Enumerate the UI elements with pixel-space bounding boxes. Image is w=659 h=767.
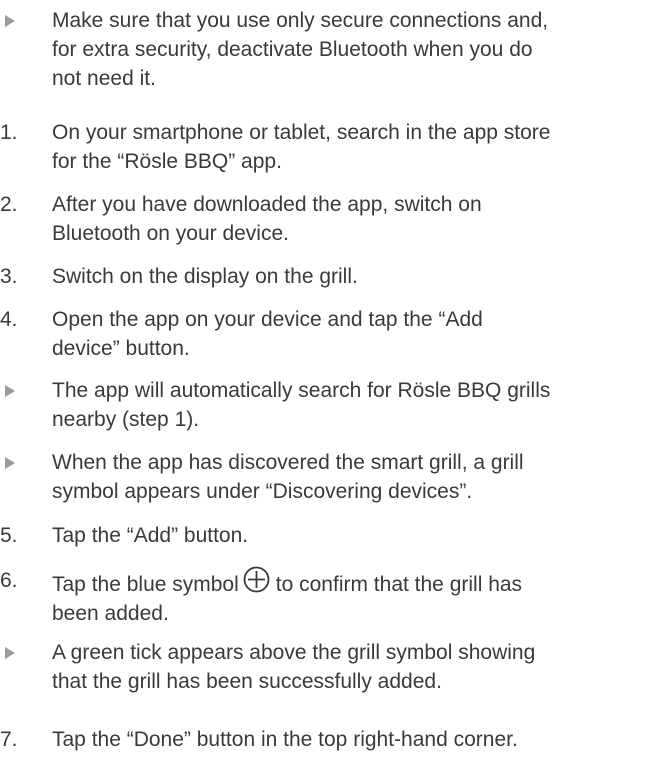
item-number: 1.	[0, 121, 18, 144]
text-line: Open the app on your device and tap the …	[52, 308, 483, 331]
item-number: 7.	[0, 728, 18, 751]
bullet-marker	[0, 638, 40, 667]
item-text: After you have downloaded the app, switc…	[52, 190, 657, 248]
text-line: After you have downloaded the app, switc…	[52, 193, 482, 216]
text-line: Switch on the display on the grill.	[52, 265, 358, 288]
item-number: 6.	[0, 569, 18, 592]
text-line: been added.	[52, 602, 169, 625]
item-number: 5.	[0, 524, 18, 547]
item-text: On your smartphone or tablet, search in …	[52, 118, 657, 176]
text-line: A green tick appears above the grill sym…	[52, 641, 536, 664]
number-marker: 4.	[0, 305, 40, 334]
text-line: On your smartphone or tablet, search in …	[52, 121, 551, 144]
item-text: Tap the “Done” button in the top right-h…	[52, 725, 657, 754]
item-text: The app will automatically search for Rö…	[52, 376, 657, 434]
text-line: for extra security, deactivate Bluetooth…	[52, 38, 533, 61]
item-number: 3.	[0, 265, 18, 288]
item-text: Make sure that you use only secure conne…	[52, 6, 657, 93]
number-marker: 7.	[0, 725, 40, 754]
number-marker: 2.	[0, 190, 40, 219]
item-text: Tap the blue symbol to confirm that the g…	[52, 566, 657, 628]
item-text: Switch on the display on the grill.	[52, 262, 657, 291]
triangle-bullet-icon	[5, 457, 15, 469]
text-line: Tap the “Add” button.	[52, 524, 249, 547]
number-marker: 3.	[0, 262, 40, 291]
circle-plus-icon	[243, 566, 270, 593]
text-line: for the “Rösle BBQ” app.	[52, 150, 282, 173]
triangle-bullet-icon	[5, 647, 15, 659]
bullet-marker	[0, 376, 40, 405]
number-marker: 5.	[0, 521, 40, 550]
number-marker: 6.	[0, 566, 40, 595]
text-line: Make sure that you use only secure conne…	[52, 9, 549, 32]
text-line: The app will automatically search for Rö…	[52, 379, 551, 402]
text-line: symbol appears under “Discovering device…	[52, 480, 473, 503]
text-line: Bluetooth on your device.	[52, 222, 289, 245]
item-text: Tap the “Add” button.	[52, 521, 657, 550]
text-line: device” button.	[52, 337, 190, 360]
text-line-start: Tap the blue symbol	[52, 573, 239, 596]
item-text: Open the app on your device and tap the …	[52, 305, 657, 363]
item-text: When the app has discovered the smart gr…	[52, 448, 657, 506]
bullet-marker	[0, 448, 40, 477]
number-marker: 1.	[0, 118, 40, 147]
item-number: 4.	[0, 308, 18, 331]
text-line: Tap the “Done” button in the top right-h…	[52, 728, 518, 751]
text-line: When the app has discovered the smart gr…	[52, 451, 524, 474]
bullet-marker	[0, 6, 40, 35]
text-line: nearby (step 1).	[52, 408, 200, 431]
text-line-end: to confirm that the grill has	[275, 573, 523, 596]
item-number: 2.	[0, 193, 18, 216]
text-line: not need it.	[52, 67, 156, 90]
triangle-bullet-icon	[5, 385, 15, 397]
item-text: A green tick appears above the grill sym…	[52, 638, 657, 696]
triangle-bullet-icon	[5, 15, 15, 27]
text-line: that the grill has been successfully add…	[52, 670, 442, 693]
